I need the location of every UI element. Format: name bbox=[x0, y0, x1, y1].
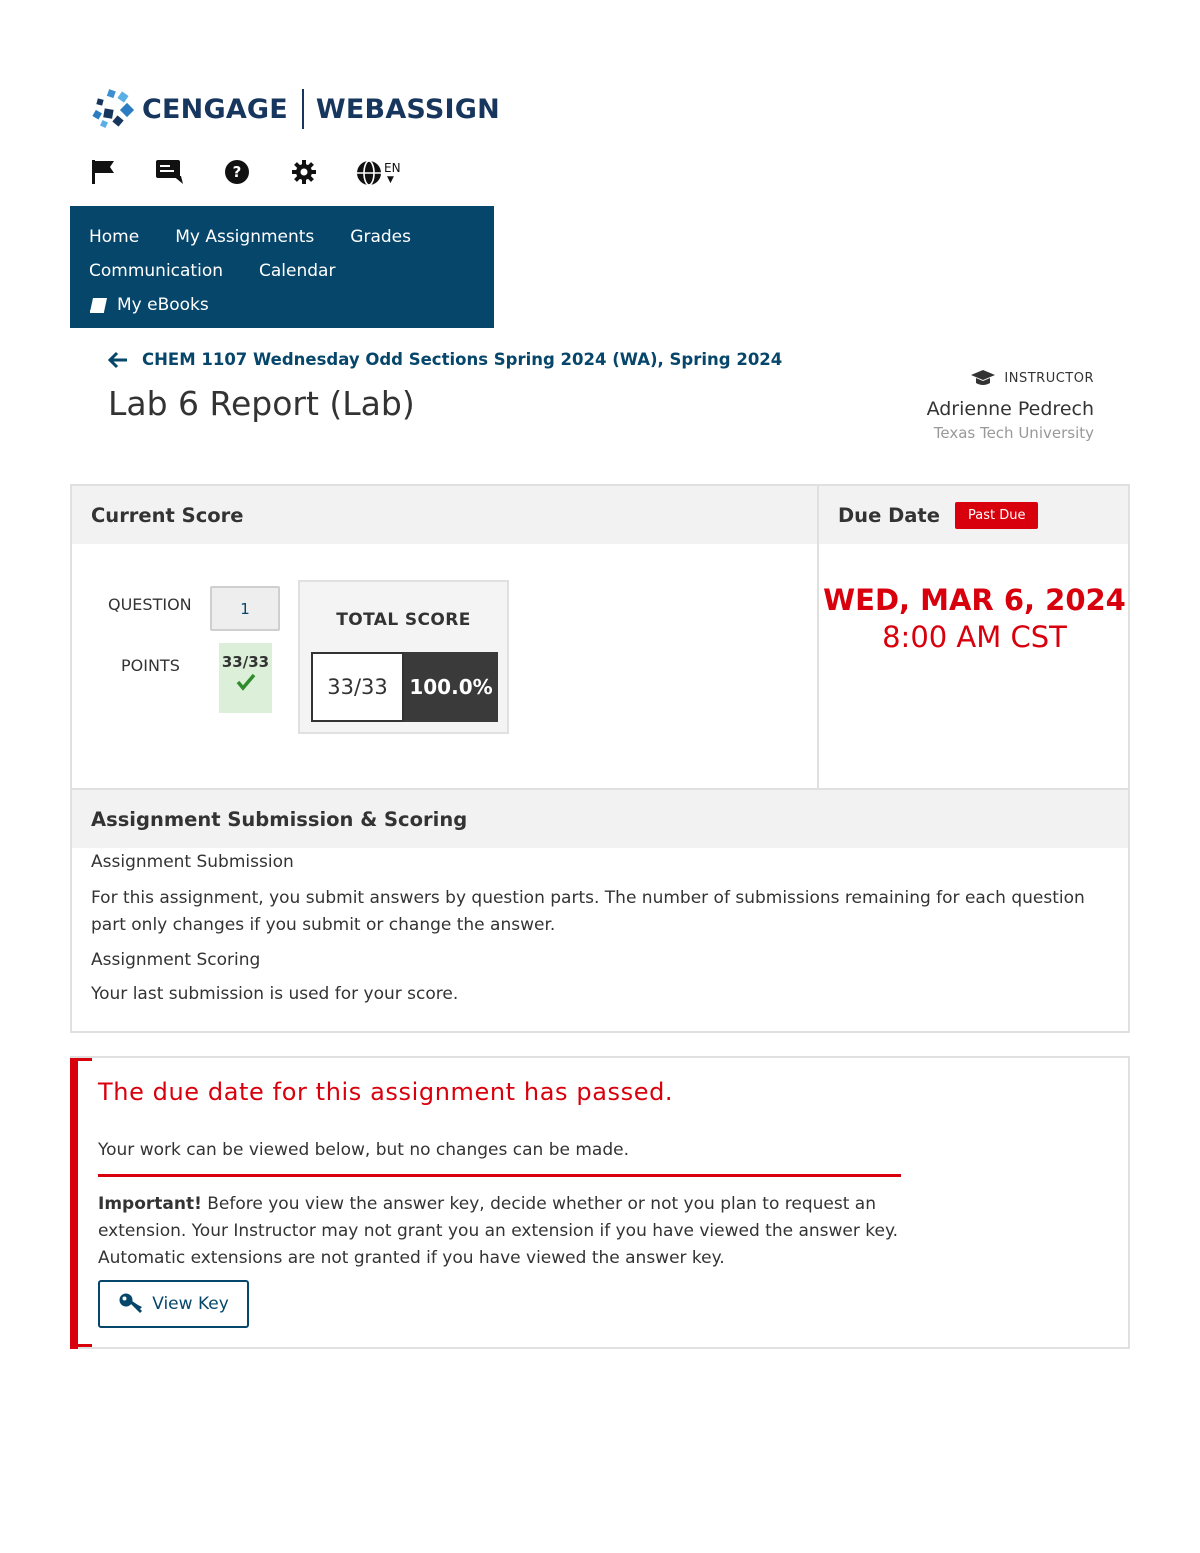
main-navigation: Home My Assignments Grades Communication… bbox=[70, 206, 494, 328]
total-score-percent: 100.0% bbox=[404, 652, 498, 722]
course-breadcrumb[interactable]: CHEM 1107 Wednesday Odd Sections Spring … bbox=[108, 350, 782, 369]
chevron-down-icon: ▼ bbox=[387, 175, 394, 185]
current-score-heading: Current Score bbox=[72, 486, 817, 544]
instructor-name: Adrienne Pedrech bbox=[926, 398, 1094, 420]
nav-item-communication[interactable]: Communication bbox=[89, 261, 223, 281]
total-score-label: TOTAL SCORE bbox=[336, 610, 471, 630]
globe-icon bbox=[357, 160, 381, 186]
cengage-logo-icon bbox=[92, 89, 135, 128]
important-label: Important! bbox=[98, 1194, 202, 1214]
book-icon bbox=[90, 298, 107, 313]
utility-toolbar: ? EN ▼ bbox=[88, 156, 441, 188]
nav-item-my-ebooks[interactable]: My eBooks bbox=[89, 295, 209, 315]
nav-item-home[interactable]: Home bbox=[89, 227, 139, 247]
scoring-text: Your last submission is used for your sc… bbox=[91, 984, 459, 1004]
due-time: 8:00 AM CST bbox=[882, 620, 1067, 654]
key-icon bbox=[119, 1293, 143, 1313]
past-due-alert: The due date for this assignment has pas… bbox=[70, 1056, 1130, 1349]
cengage-webassign-logo[interactable]: CENGAGE WEBASSIGN bbox=[92, 86, 500, 132]
due-date-value: WED, MAR 6, 2024 8:00 AM CST bbox=[821, 583, 1128, 654]
alert-divider bbox=[98, 1174, 901, 1177]
question-points-cell: 33/33 bbox=[219, 643, 272, 713]
question-label: QUESTION bbox=[108, 595, 192, 614]
points-label: POINTS bbox=[121, 656, 180, 675]
scoring-subheading: Assignment Scoring bbox=[91, 950, 261, 970]
past-due-badge: Past Due bbox=[954, 501, 1039, 529]
submission-text: For this assignment, you submit answers … bbox=[91, 888, 1085, 935]
flag-icon[interactable] bbox=[88, 156, 118, 188]
language-selector[interactable]: EN ▼ bbox=[356, 156, 404, 188]
graduation-cap-icon bbox=[971, 370, 996, 385]
arrow-left-icon bbox=[108, 351, 127, 368]
language-code: EN bbox=[384, 161, 401, 175]
alert-important-text: Important! Before you view the answer ke… bbox=[98, 1191, 918, 1272]
question-points: 33/33 bbox=[221, 653, 270, 671]
submission-scoring-panel: Assignment Submission & Scoring Assignme… bbox=[70, 790, 1130, 1033]
alert-accent-bar bbox=[70, 1058, 78, 1349]
svg-text:?: ? bbox=[233, 163, 242, 181]
instructor-school: Texas Tech University bbox=[933, 424, 1094, 442]
view-key-label: View Key bbox=[152, 1294, 229, 1314]
total-score-fraction: 33/33 bbox=[311, 652, 404, 722]
alert-subtitle: Your work can be viewed below, but no ch… bbox=[98, 1140, 629, 1160]
nav-item-calendar[interactable]: Calendar bbox=[259, 261, 335, 281]
help-icon[interactable]: ? bbox=[222, 156, 252, 188]
due-date-header: Due Date Past Due bbox=[819, 486, 1128, 544]
alert-accent-top bbox=[70, 1058, 92, 1061]
question-1-button[interactable]: 1 bbox=[210, 586, 280, 631]
nav-item-my-ebooks-label: My eBooks bbox=[117, 295, 209, 315]
logo-divider bbox=[301, 89, 304, 129]
brand-name-left: CENGAGE bbox=[142, 93, 288, 125]
total-score-box: TOTAL SCORE 33/33 100.0% bbox=[298, 580, 509, 734]
view-key-button[interactable]: View Key bbox=[98, 1280, 249, 1328]
chat-icon[interactable] bbox=[155, 156, 185, 188]
due-date-heading: Due Date bbox=[838, 503, 940, 527]
alert-accent-bottom bbox=[70, 1344, 92, 1347]
course-name: CHEM 1107 Wednesday Odd Sections Spring … bbox=[142, 350, 783, 369]
page-title: Lab 6 Report (Lab) bbox=[108, 384, 415, 423]
important-body: Before you view the answer key, decide w… bbox=[98, 1194, 899, 1268]
brand-name-right: WEBASSIGN bbox=[315, 93, 500, 125]
settings-icon[interactable] bbox=[289, 156, 319, 188]
nav-item-grades[interactable]: Grades bbox=[350, 227, 411, 247]
submission-scoring-heading: Assignment Submission & Scoring bbox=[72, 790, 1128, 848]
alert-title: The due date for this assignment has pas… bbox=[98, 1078, 674, 1106]
instructor-info: INSTRUCTOR Adrienne Pedrech Texas Tech U… bbox=[927, 369, 1094, 442]
submission-subheading: Assignment Submission bbox=[91, 852, 294, 872]
instructor-role: INSTRUCTOR bbox=[1004, 370, 1094, 386]
checkmark-icon bbox=[236, 673, 255, 691]
nav-item-my-assignments[interactable]: My Assignments bbox=[175, 227, 314, 247]
due-day: WED, MAR 6, 2024 bbox=[823, 583, 1126, 617]
